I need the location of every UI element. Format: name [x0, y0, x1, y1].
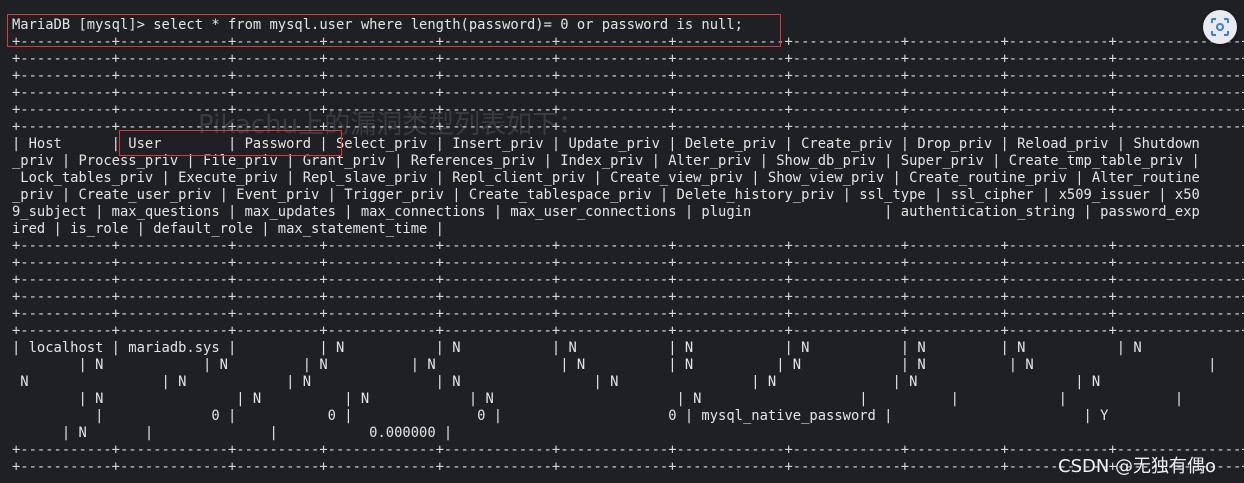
header-row-line: ired | is_role | default_role | max_stat… — [12, 221, 444, 237]
watermark: CSDN @无独有偶o — [1058, 456, 1217, 477]
data-row-line: | N | N | N | N | N | | | | — [12, 391, 1184, 407]
table-border-line: +-----------+-------------+----------+--… — [12, 289, 1244, 305]
table-border-line: +-----------+-------------+----------+--… — [12, 255, 1244, 271]
table-border-line: +-----------+-------------+----------+--… — [12, 272, 1244, 288]
data-row-line: N | N | N | N | N | N | N | N — [12, 374, 1101, 390]
user-password-highlight-box — [119, 130, 342, 156]
data-row-line: | N | N | N | N | N | N | N | N | N | — [12, 357, 1217, 373]
table-border-line: +-----------+-------------+----------+--… — [12, 51, 1244, 67]
query-highlight-box — [7, 14, 781, 47]
scan-icon — [1211, 18, 1229, 36]
table-border-line: +-----------+-------------+----------+--… — [12, 85, 1244, 101]
table-border-line: +-----------+-------------+----------+--… — [12, 238, 1244, 254]
data-row-line: | localhost | mariadb.sys | | N | N | N … — [12, 340, 1142, 356]
scan-button[interactable] — [1203, 10, 1237, 44]
header-row-line: 9_subject | max_questions | max_updates … — [12, 204, 1200, 220]
header-row-line: Lock_tables_priv | Execute_priv | Repl_s… — [12, 170, 1200, 186]
terminal-output: Pikachu上的漏洞类型列表如下： MariaDB [mysql]> sele… — [0, 0, 1244, 483]
header-row-line: _priv | Create_user_priv | Event_priv | … — [12, 187, 1200, 203]
table-border-line: +-----------+-------------+----------+--… — [12, 323, 1244, 339]
data-row-line: | N | | 0.000000 | — [12, 425, 453, 441]
table-border-line: +-----------+-------------+----------+--… — [12, 68, 1244, 84]
table-border-line: +-----------+-------------+----------+--… — [12, 306, 1244, 322]
table-border-line: +-----------+-------------+----------+--… — [12, 102, 1244, 118]
data-row-line: | 0 | 0 | 0 | 0 | mysql_native_password … — [12, 408, 1109, 424]
